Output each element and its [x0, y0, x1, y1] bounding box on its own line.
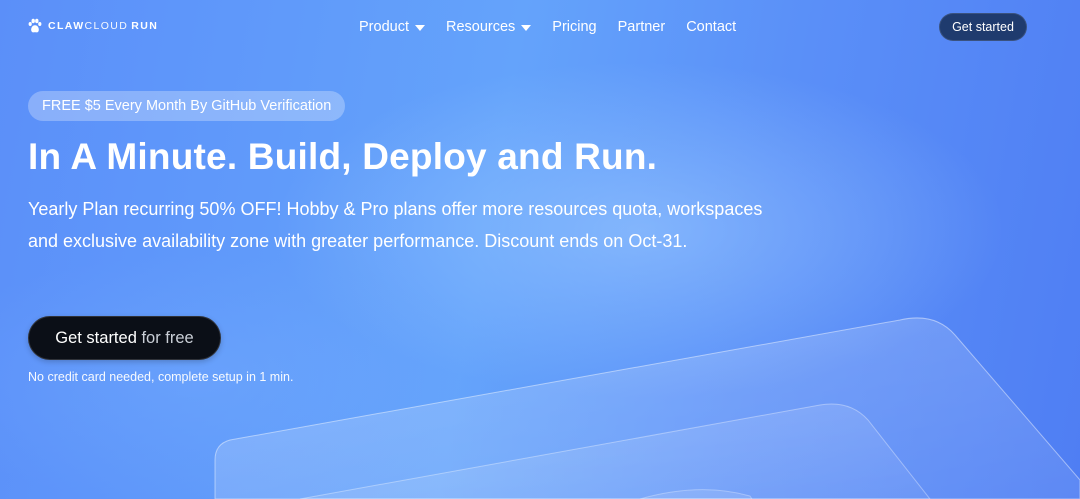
- nav-partner[interactable]: Partner: [618, 16, 666, 38]
- brand-name: CLAWCLOUD RUN: [48, 17, 158, 35]
- nav-resources[interactable]: Resources: [445, 16, 532, 38]
- nav-product-label: Product: [359, 19, 409, 35]
- nav-pricing[interactable]: Pricing: [552, 16, 596, 38]
- nav-partner-label: Partner: [617, 19, 666, 35]
- brand-word-claw: CLAW: [48, 20, 85, 32]
- cta-main-text: Get started: [55, 329, 137, 347]
- nav-resources-label: Resources: [445, 19, 516, 35]
- hero-description: Yearly Plan recurring 50% OFF! Hobby & P…: [28, 199, 763, 251]
- promo-badge[interactable]: FREE $5 Every Month By GitHub Verificati…: [28, 91, 346, 121]
- site-header: CLAWCLOUD RUN Product Resources Pricing P…: [0, 0, 1080, 54]
- cta-note: No credit card needed, complete setup in…: [28, 370, 294, 384]
- brand-word-run: RUN: [131, 20, 159, 32]
- nav-contact[interactable]: Contact: [686, 16, 736, 38]
- hero-title: In A Minute. Build, Deploy and Run.: [28, 136, 658, 177]
- nav-pricing-label: Pricing: [552, 19, 597, 35]
- cta-fade-text: for free: [136, 329, 194, 347]
- nav-contact-label: Contact: [686, 19, 737, 35]
- brand-logo[interactable]: CLAWCLOUD RUN: [28, 17, 158, 35]
- nav-product[interactable]: Product: [359, 16, 425, 38]
- chevron-down-icon: [521, 24, 532, 31]
- chevron-down-icon: [414, 24, 425, 31]
- paw-icon: [28, 18, 42, 33]
- main-nav: Product Resources Pricing Partner Contac…: [359, 16, 736, 38]
- brand-word-cloud: CLOUD: [84, 20, 129, 32]
- header-get-started-button[interactable]: Get started: [939, 13, 1027, 41]
- get-started-free-button[interactable]: Get started for free: [28, 316, 221, 360]
